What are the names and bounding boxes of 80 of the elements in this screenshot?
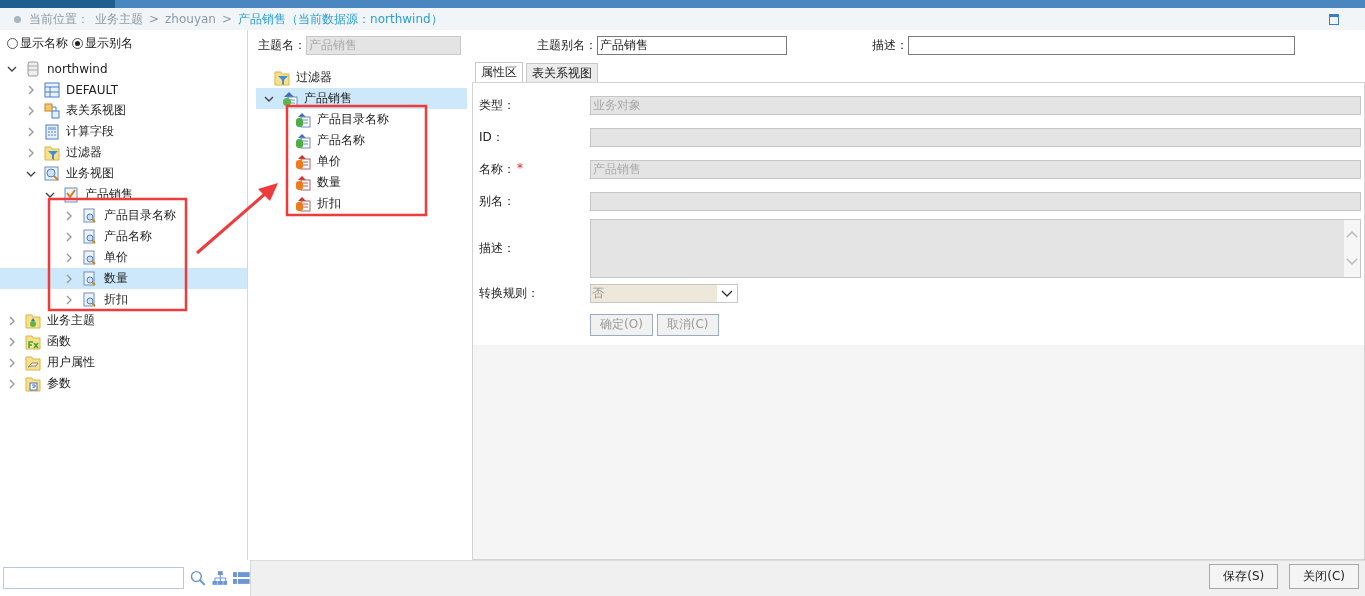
field-label: ID： — [479, 128, 504, 146]
field-label: 类型： — [479, 96, 515, 114]
tree-item[interactable]: 计算字段 — [0, 121, 247, 142]
object-icon — [282, 90, 298, 107]
radio-circle[interactable] — [72, 37, 83, 49]
caret-icon — [720, 288, 734, 299]
bullet-icon — [14, 15, 21, 23]
text-field[interactable] — [590, 191, 1361, 211]
scroll-down-icon[interactable] — [1345, 257, 1359, 268]
folder-icon — [25, 375, 41, 392]
field-icon — [82, 228, 98, 245]
field-icon — [82, 270, 98, 287]
breadcrumb-separator: > — [222, 12, 233, 26]
tree-item[interactable]: 数量 — [248, 172, 470, 193]
tree-item[interactable]: 单价 — [248, 151, 470, 172]
view-icon — [44, 165, 60, 182]
folder-icon — [25, 312, 41, 329]
tree-item[interactable]: 折扣 — [0, 289, 247, 310]
radio-circle[interactable] — [7, 37, 18, 49]
location-label: 当前位置： — [29, 10, 89, 28]
tab[interactable]: 属性区 — [475, 62, 523, 82]
tree-item[interactable]: 折扣 — [248, 193, 470, 214]
scroll-up-icon[interactable] — [1345, 228, 1359, 239]
radio-option[interactable]: 显示别名 — [72, 34, 133, 52]
table-icon — [44, 81, 60, 98]
tree-item[interactable]: 参数 — [0, 373, 247, 394]
measure-icon — [295, 153, 311, 170]
measure-icon — [295, 174, 311, 191]
tree-item[interactable]: 过滤器 — [248, 67, 470, 88]
tree-item[interactable]: 产品名称 — [0, 226, 247, 247]
folder-icon — [25, 354, 41, 371]
relation-diagram-icon — [44, 102, 60, 119]
tree-item[interactable]: DEFAULT — [0, 79, 247, 100]
tree-item[interactable]: 表关系视图 — [0, 100, 247, 121]
search-icon[interactable] — [190, 570, 206, 586]
field-label: 主题别名： — [537, 36, 597, 54]
tree-item[interactable]: 业务主题 — [0, 310, 247, 331]
filter-icon — [44, 144, 60, 161]
field-icon — [82, 291, 98, 308]
calculator-icon — [44, 123, 60, 140]
search-field[interactable] — [3, 567, 184, 589]
tree-item[interactable]: 过滤器 — [0, 142, 247, 163]
tree-item[interactable]: 产品销售 — [256, 88, 467, 109]
dimension-icon — [295, 132, 311, 149]
field-label: 描述： — [479, 239, 515, 257]
tree-item[interactable]: 函数 — [0, 331, 247, 352]
breadcrumb-separator: > — [149, 12, 160, 26]
field-icon — [82, 207, 98, 224]
tree-item[interactable]: 产品名称 — [248, 130, 470, 151]
database-icon — [25, 60, 41, 77]
hierarchy-icon[interactable] — [211, 570, 228, 586]
radio-option[interactable]: 显示名称 — [7, 34, 68, 52]
close-button[interactable]: 关闭(C) — [1289, 564, 1359, 589]
tree-item[interactable]: 数量 — [0, 268, 247, 289]
tree-item[interactable]: 产品目录名称 — [0, 205, 247, 226]
list-icon[interactable] — [233, 572, 250, 584]
filter-icon — [274, 69, 290, 86]
field-icon — [82, 249, 98, 266]
required-mark: * — [517, 160, 523, 177]
tree-item[interactable]: 单价 — [0, 247, 247, 268]
tab[interactable]: 表关系视图 — [526, 63, 598, 82]
dimension-icon — [295, 111, 311, 128]
field-label: 名称： — [479, 160, 515, 178]
current-location: 产品销售（当前数据源：northwind） — [238, 10, 443, 28]
tree-item[interactable]: northwind — [0, 58, 247, 79]
field-label: 主题名： — [258, 36, 306, 54]
tree-item[interactable]: 业务视图 — [0, 163, 247, 184]
text-area[interactable] — [590, 218, 1361, 278]
text-field[interactable]: 产品销售 — [597, 35, 787, 55]
measure-icon — [295, 195, 311, 212]
field-label: 转换规则： — [479, 285, 539, 302]
text-field[interactable] — [590, 127, 1361, 147]
tree-item[interactable]: 产品目录名称 — [248, 109, 470, 130]
save-button[interactable]: 保存(S) — [1209, 564, 1279, 589]
field-label: 别名： — [479, 192, 515, 210]
tree-item[interactable]: 用户属性 — [0, 352, 247, 373]
function-folder-icon — [25, 333, 41, 350]
text-field[interactable] — [908, 35, 1295, 55]
maximize-icon[interactable] — [1329, 13, 1339, 25]
field-label: 描述： — [872, 36, 908, 54]
